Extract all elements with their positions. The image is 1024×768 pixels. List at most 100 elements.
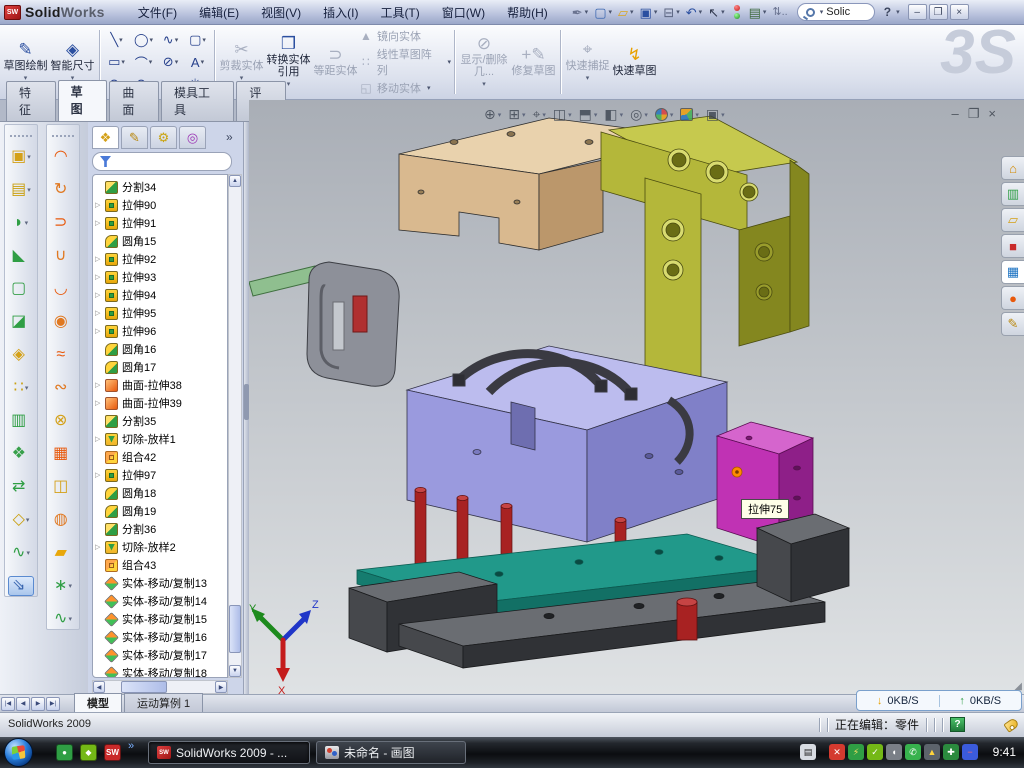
expand-arrow-icon[interactable] [95,435,105,443]
sweep-icon[interactable]: ⊃ ▾ [54,213,72,233]
split-icon[interactable]: ▥ ▾ [11,411,31,431]
selection-box-icon[interactable]: ▢ ▾ [184,29,211,51]
feature-tree-item[interactable]: 实体-移动/复制15 [93,610,227,628]
linear-sketch-pattern-button[interactable]: ∷ 线性草图阵列 ▾ [359,46,451,78]
feature-tree-item[interactable]: 圆角15 [93,232,227,250]
ellipse-icon[interactable]: ⊘ ▾ [157,51,184,73]
feature-tree-item[interactable]: 拉伸93 [93,268,227,286]
network-warning-icon[interactable]: ▲ [924,744,940,760]
feature-tree-item[interactable]: 拉伸97 [93,466,227,484]
spline-icon[interactable]: ∿ ▾ [157,29,184,51]
menu-item[interactable]: 编辑(E) [188,1,250,24]
vertical-scroll-thumb[interactable] [229,605,241,653]
feature-tree-item[interactable]: 实体-移动/复制16 [93,628,227,646]
expand-arrow-icon[interactable] [95,291,105,299]
volume-icon[interactable]: ◖ [886,744,902,760]
delete-body-icon[interactable]: ⊗ ▾ [54,411,72,431]
feature-tree-item[interactable]: 拉伸90 [93,196,227,214]
resources-home-tab[interactable]: ⌂ [1001,156,1024,180]
feature-tree-item[interactable]: 实体-移动/复制17 [93,646,227,664]
splitter-handle[interactable] [244,384,249,420]
phone-icon[interactable]: ✆ [905,744,921,760]
commandmanager-tab[interactable]: 草图 [58,80,108,121]
propertymanager-tab[interactable]: ✎ [121,126,148,149]
section-view-icon[interactable]: ◫ ▾ [553,106,572,123]
motion-study-tab[interactable]: 运动算例 1 [124,693,203,714]
part-support-bracket[interactable] [601,116,809,400]
feature-tree-item[interactable]: 圆角19 [93,502,227,520]
print-icon[interactable]: ⊟ ▾ [660,5,682,20]
feature-tree-item[interactable]: 拉伸94 [93,286,227,304]
boundary-icon[interactable]: ◡ ▾ [54,279,72,299]
expand-arrow-icon[interactable] [95,399,105,407]
minimize-button[interactable]: – [908,4,927,20]
sheet-nav-button[interactable]: ◀ [16,697,30,711]
feature-tree-item[interactable]: 组合43 [93,556,227,574]
new-file-icon[interactable]: ▢ ▾ [591,5,615,20]
menu-item[interactable]: 视图(V) [250,1,312,24]
custom-properties-tab[interactable]: ✎ [1001,312,1024,336]
tree-vertical-scrollbar[interactable]: ▲ ▼ [228,174,242,678]
zoom-fit-icon[interactable]: ⊕ ▾ [484,106,501,123]
move-copy-body-icon[interactable]: ⇄ ▾ [12,477,30,497]
design-library-tab[interactable]: ▥ [1001,182,1024,206]
sync-blocked-icon[interactable]: − [962,744,978,760]
feature-tree-item[interactable]: 分割36 [93,520,227,538]
shield-plus-icon[interactable]: ✚ [943,744,959,760]
edit-appearance-icon[interactable]: ▾ [655,108,674,121]
thicken-icon[interactable]: ▦ ▾ [53,444,73,464]
misc-tool-icon[interactable]: ⇅.. [769,6,790,19]
view-orientation-icon[interactable]: ⬒ ▾ [579,106,598,123]
feature-tree-item[interactable]: 圆角17 [93,358,227,376]
expand-arrow-icon[interactable] [95,327,105,335]
scroll-down-button[interactable]: ▼ [229,665,241,677]
mirror-entities-button[interactable]: ▲ 镜向实体 [359,28,451,44]
graphics-viewport[interactable]: Y Z X ⊕ ▾ ⊞ ▾ ⌖ ▾ ◫ [249,100,1024,694]
extrude-cut-icon[interactable]: ▤ ▾ [11,180,31,200]
save-icon[interactable]: ▣ ▾ [637,5,661,20]
tree-horizontal-scrollbar[interactable]: ◀ ▶ [92,680,228,694]
feature-tree-item[interactable]: 组合42 [93,448,227,466]
security-alert-icon[interactable]: ✕ [829,744,845,760]
feature-tree-item[interactable]: 圆角16 [93,340,227,358]
text-icon[interactable]: A ▾ [184,51,211,73]
solidworks-launcher-icon[interactable]: SW [104,744,121,761]
line-icon[interactable]: ╲ ▾ [103,29,130,51]
feature-tree-item[interactable]: 实体-移动/复制14 [93,592,227,610]
circle-icon[interactable]: ◯ ▾ [130,29,157,51]
zoom-area-icon[interactable]: ⊞ ▾ [508,106,525,123]
intersect-icon[interactable]: ◫ ▾ [53,477,73,497]
expand-arrow-icon[interactable] [95,255,105,263]
menu-item[interactable]: 文件(F) [127,1,188,24]
sheet-nav-button[interactable]: ▶ [31,697,45,711]
pin-icon[interactable]: ✒ ▾ [569,5,591,20]
draft-icon[interactable]: ◪ ▾ [11,312,31,332]
sheet-nav-button[interactable]: ▶| [46,697,60,711]
feature-tree-item[interactable]: 曲面-拉伸38 [93,376,227,394]
commandmanager-tab[interactable]: 模具工具 [161,81,234,121]
hole-wizard-icon[interactable]: ◈ ▾ [13,345,30,365]
scroll-right-button[interactable]: ▶ [215,681,227,693]
appearances-scenes-tab[interactable]: ● [1001,286,1024,310]
rectangle-icon[interactable]: ▭ ▾ [103,51,130,73]
menu-item[interactable]: 插入(I) [312,1,369,24]
move-entities-button[interactable]: ◱ 移动实体 ▾ [359,80,451,96]
commandmanager-tab[interactable]: 特征 [6,81,56,121]
reference-geometry-icon[interactable]: ◇ ▾ [13,510,30,530]
feature-tree-item[interactable]: 拉伸95 [93,304,227,322]
panel-overflow-chevron[interactable]: » [226,130,233,144]
horizontal-scroll-thumb[interactable] [121,681,167,693]
scroll-left-button[interactable]: ◀ [93,681,105,693]
dimxpertmanager-tab[interactable]: ◎ [179,126,206,149]
revolve-icon[interactable]: ↻ ▾ [54,180,72,200]
feature-tree-item[interactable]: 实体-移动/复制13 [93,574,227,592]
combine-icon[interactable]: ❖ ▾ [12,444,31,464]
quick-snaps-button[interactable]: ⌖ 快速捕捉 [564,28,611,96]
expand-arrow-icon[interactable] [95,219,105,227]
expand-arrow-icon[interactable] [95,471,105,479]
part-core-insert[interactable] [249,262,399,386]
expand-arrow-icon[interactable] [95,381,105,389]
feature-tree-item[interactable]: 分割34 [93,178,227,196]
view-settings-icon[interactable]: ▣ ▾ [706,106,725,123]
select-arrow-icon[interactable]: ↖ ▾ [705,5,727,20]
